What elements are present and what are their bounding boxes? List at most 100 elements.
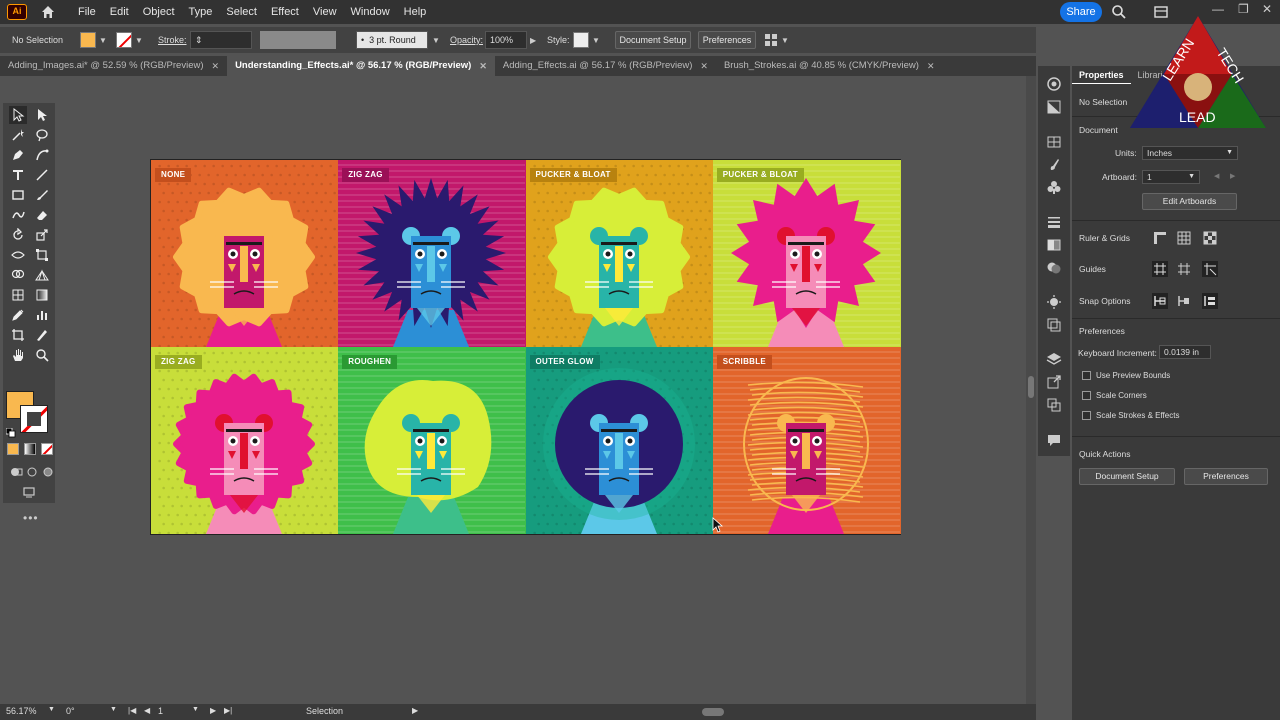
first-artboard-icon[interactable]: |◀ — [128, 706, 136, 715]
mesh-tool-icon[interactable] — [9, 286, 27, 304]
quick-document-setup-button[interactable]: Document Setup — [1079, 468, 1175, 485]
artboard[interactable]: NONE ZIG ZAG PUCKER & BLOAT PUCKER & BLO… — [150, 159, 901, 535]
scroll-thumb[interactable] — [1028, 376, 1034, 398]
swatches-icon[interactable] — [1046, 134, 1062, 150]
zoom-tool-icon[interactable] — [33, 346, 51, 364]
rotation-dropdown-icon[interactable]: ▼ — [110, 706, 117, 713]
hand-tool-icon[interactable] — [9, 346, 27, 364]
direct-selection-tool-icon[interactable] — [33, 106, 51, 124]
menu-window[interactable]: Window — [344, 0, 397, 24]
menu-help[interactable]: Help — [397, 0, 434, 24]
eraser-tool-icon[interactable] — [33, 206, 51, 224]
gradient-tool-icon[interactable] — [33, 286, 51, 304]
brushes-icon[interactable] — [1046, 156, 1062, 172]
search-icon[interactable] — [1111, 4, 1127, 20]
rectangle-tool-icon[interactable] — [9, 186, 27, 204]
next-artboard-icon[interactable]: ▶ — [1230, 172, 1235, 180]
menu-edit[interactable]: Edit — [103, 0, 136, 24]
menu-effect[interactable]: Effect — [264, 0, 306, 24]
document-setup-button[interactable]: Document Setup — [615, 27, 691, 53]
prev-artboard-icon[interactable]: ◀ — [1214, 172, 1219, 180]
artboard-cell[interactable]: ROUGHEN — [338, 347, 527, 534]
selection-tool-icon[interactable] — [9, 106, 27, 124]
artboard-cell[interactable]: PUCKER & BLOAT — [712, 160, 901, 347]
image-trace-icon[interactable] — [1046, 99, 1062, 115]
status-menu-icon[interactable]: ▶ — [412, 706, 418, 715]
use-preview-bounds-checkbox[interactable]: Use Preview Bounds — [1082, 371, 1170, 380]
graphic-style-swatch[interactable]: ▼ — [573, 27, 600, 53]
artboards-panel-icon[interactable] — [1046, 317, 1062, 333]
draw-inside-icon[interactable] — [39, 463, 57, 481]
scale-corners-checkbox[interactable]: Scale Corners — [1082, 391, 1147, 400]
stroke-color-swatch[interactable] — [20, 405, 48, 433]
width-tool-icon[interactable] — [9, 246, 27, 264]
perspective-grid-tool-icon[interactable] — [33, 266, 51, 284]
h-scroll-thumb[interactable] — [702, 708, 724, 716]
snap-to-point-icon[interactable] — [1152, 293, 1168, 309]
tab-understanding-effects[interactable]: Understanding_Effects.ai* @ 56.17 % (RGB… — [227, 56, 495, 76]
prev-artboard-icon[interactable]: ◀ — [144, 706, 150, 715]
smart-guides-icon[interactable] — [1202, 261, 1218, 277]
menu-view[interactable]: View — [306, 0, 344, 24]
last-artboard-icon[interactable]: ▶| — [224, 706, 232, 715]
artboard-cell[interactable]: PUCKER & BLOAT — [525, 160, 714, 347]
magic-wand-tool-icon[interactable] — [9, 126, 27, 144]
layers-icon[interactable] — [1046, 351, 1062, 367]
close-tab-icon[interactable]: ✕ — [212, 56, 220, 76]
symbols-icon[interactable] — [1046, 179, 1062, 195]
share-button[interactable]: Share — [1060, 2, 1102, 22]
menu-object[interactable]: Object — [136, 0, 182, 24]
lock-guides-icon[interactable] — [1176, 261, 1192, 277]
artboard-cell[interactable]: OUTER GLOW — [525, 347, 714, 534]
paintbrush-tool-icon[interactable] — [33, 186, 51, 204]
type-tool-icon[interactable] — [9, 166, 27, 184]
tab-adding-images[interactable]: Adding_Images.ai* @ 52.59 % (RGB/Preview… — [0, 56, 227, 76]
edit-artboards-button[interactable]: Edit Artboards — [1142, 193, 1237, 210]
gradient-panel-icon[interactable] — [1046, 237, 1062, 253]
arrange-documents-icon[interactable]: ▼ — [764, 27, 789, 53]
zoom-level[interactable]: 56.17% — [6, 706, 37, 716]
snap-to-pixel-icon[interactable] — [1176, 293, 1192, 309]
transparency-icon[interactable] — [1046, 260, 1062, 276]
free-transform-tool-icon[interactable] — [33, 246, 51, 264]
vertical-scrollbar[interactable] — [1026, 76, 1036, 704]
snap-to-glyph-icon[interactable] — [1202, 293, 1218, 309]
stroke-label[interactable]: Stroke: — [158, 27, 187, 53]
opacity-field[interactable]: 100% ▶ — [485, 27, 536, 53]
lasso-tool-icon[interactable] — [33, 126, 51, 144]
curvature-tool-icon[interactable] — [33, 146, 51, 164]
stroke-weight-stepper[interactable]: ⇕ — [190, 27, 252, 53]
next-artboard-icon[interactable]: ▶ — [210, 706, 216, 715]
ruler-icon[interactable] — [1152, 230, 1168, 246]
artboard-cell[interactable]: SCRIBBLE — [712, 347, 901, 534]
scale-strokes-effects-checkbox[interactable]: Scale Strokes & Effects — [1082, 411, 1179, 420]
graph-tool-icon[interactable] — [33, 306, 51, 324]
tab-brush-strokes[interactable]: Brush_Strokes.ai @ 40.85 % (CMYK/Preview… — [716, 56, 943, 76]
units-dropdown[interactable]: Inches ▼ — [1142, 146, 1238, 160]
gradient-mode-icon[interactable] — [24, 443, 36, 455]
screen-mode-icon[interactable] — [20, 483, 38, 501]
variable-width-profile[interactable] — [260, 27, 336, 53]
home-icon[interactable] — [37, 1, 59, 23]
horizontal-scrollbar[interactable] — [430, 707, 1015, 717]
close-tab-icon[interactable]: ✕ — [927, 56, 935, 76]
color-guide-icon[interactable] — [1046, 294, 1062, 310]
stroke-swatch[interactable]: ▼ — [116, 27, 143, 53]
grid-icon[interactable] — [1176, 230, 1192, 246]
opacity-label[interactable]: Opacity: — [450, 27, 483, 53]
color-mode-icon[interactable] — [7, 443, 19, 455]
tab-adding-effects[interactable]: Adding_Effects.ai @ 56.17 % (RGB/Preview… — [495, 56, 716, 76]
menu-select[interactable]: Select — [219, 0, 264, 24]
scale-tool-icon[interactable] — [33, 226, 51, 244]
show-guides-icon[interactable] — [1152, 261, 1168, 277]
comments-icon[interactable] — [1046, 432, 1062, 448]
close-tab-icon[interactable]: ✕ — [700, 56, 708, 76]
artboard-number[interactable]: 1 — [158, 706, 163, 716]
artboard-dropdown-icon[interactable]: ▼ — [192, 706, 199, 713]
menu-type[interactable]: Type — [182, 0, 220, 24]
none-mode-icon[interactable] — [41, 443, 53, 455]
preferences-button[interactable]: Preferences — [698, 27, 756, 53]
transparency-grid-icon[interactable] — [1202, 230, 1218, 246]
rotation-value[interactable]: 0° — [66, 706, 75, 716]
stroke-panel-icon[interactable] — [1046, 214, 1062, 230]
